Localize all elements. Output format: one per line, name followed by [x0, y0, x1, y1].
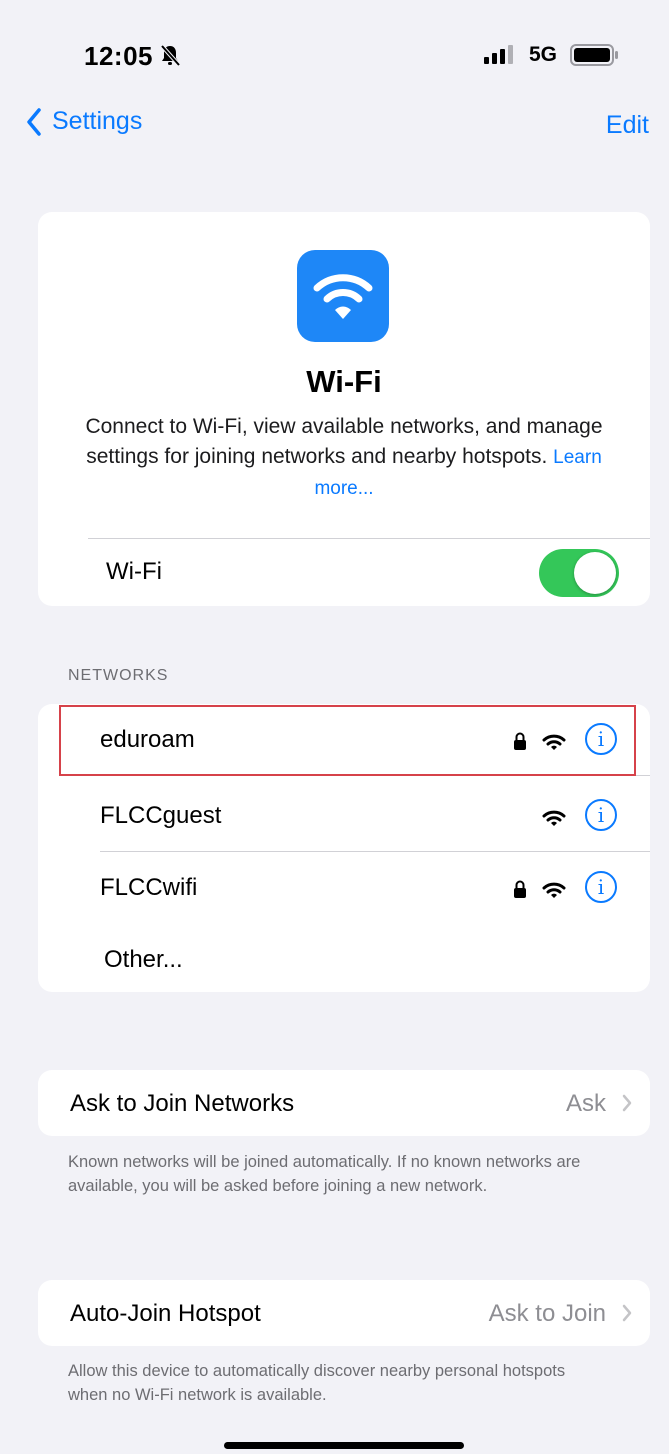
wifi-toggle[interactable] — [539, 549, 619, 597]
toggle-knob — [574, 552, 616, 594]
ask-to-join-row[interactable]: Ask to Join Networks Ask — [38, 1070, 650, 1136]
status-bar: 12:05 5G — [0, 0, 669, 110]
wifi-description-text: Connect to Wi-Fi, view available network… — [85, 415, 603, 468]
back-button-label: Settings — [52, 107, 143, 135]
wifi-signal-icon — [542, 809, 566, 832]
divider — [88, 538, 650, 539]
network-row-flccwifi[interactable]: FLCCwifi i — [38, 852, 650, 924]
wifi-description: Connect to Wi-Fi, view available network… — [78, 412, 610, 504]
wifi-icon — [313, 274, 373, 319]
auto-join-hotspot-footnote: Allow this device to automatically disco… — [68, 1362, 566, 1404]
wifi-app-icon — [297, 250, 389, 342]
network-row-other[interactable]: Other... — [38, 924, 650, 996]
home-indicator — [224, 1442, 464, 1449]
signal-bars-icon — [484, 44, 520, 69]
wifi-hero-card: Wi-Fi Connect to Wi-Fi, view available n… — [38, 212, 650, 606]
info-button[interactable]: i — [585, 799, 617, 831]
edit-button[interactable]: Edit — [606, 111, 649, 140]
wifi-title: Wi-Fi — [306, 364, 382, 399]
status-time: 12:05 — [84, 41, 153, 71]
ask-to-join-label: Ask to Join Networks — [70, 1090, 295, 1117]
chevron-right-icon — [622, 1094, 632, 1117]
network-name: Other... — [104, 946, 183, 973]
navigation-bar: Settings Edit — [0, 100, 669, 150]
battery-icon — [570, 44, 620, 71]
network-row-flccguest[interactable]: FLCCguest i — [38, 780, 650, 852]
auto-join-hotspot-value: Ask to Join — [488, 1300, 606, 1327]
auto-join-hotspot-row[interactable]: Auto-Join Hotspot Ask to Join — [38, 1280, 650, 1346]
chevron-left-icon — [27, 107, 41, 136]
info-button[interactable]: i — [585, 871, 617, 903]
bell-slash-icon — [159, 44, 181, 71]
lock-icon — [513, 880, 527, 903]
chevron-right-icon — [622, 1304, 632, 1327]
ask-to-join-value: Ask — [565, 1090, 606, 1117]
networks-section-header: NETWORKS — [68, 667, 169, 684]
highlight-box — [59, 705, 636, 776]
auto-join-hotspot-label: Auto-Join Hotspot — [70, 1300, 261, 1327]
ask-to-join-footnote: Known networks will be joined automatica… — [68, 1153, 581, 1195]
back-button[interactable]: Settings — [26, 107, 142, 136]
network-name: FLCCguest — [100, 802, 222, 829]
network-name: FLCCwifi — [100, 874, 198, 901]
wifi-signal-icon — [542, 881, 566, 904]
network-type-label: 5G — [529, 43, 558, 66]
wifi-toggle-label: Wi-Fi — [106, 558, 162, 585]
